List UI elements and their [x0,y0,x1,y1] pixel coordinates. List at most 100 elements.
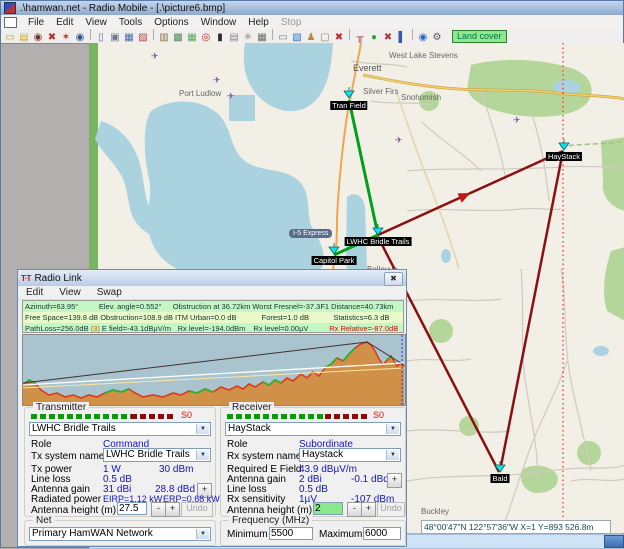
window-icon[interactable]: ▭ [276,32,290,44]
elev-angle-value: Elev. angle=0.552° [97,301,171,312]
chevron-down-icon[interactable]: ▼ [196,529,209,539]
airport-icon: ✈ [227,91,235,102]
radio-link-icon[interactable]: ╥ [353,32,367,44]
mdi-child-icon[interactable] [4,17,17,28]
merge-picture-icon[interactable]: ▩ [171,32,185,44]
grid-delete-icon[interactable]: ✖ [45,32,59,44]
chevron-down-icon[interactable]: ▼ [386,424,399,434]
site-label-lwhc-bridle-trails[interactable]: LWHC Bridle Trails [345,237,412,246]
grid-icon[interactable]: ▦ [255,32,269,44]
dialog-menu-swap[interactable]: Swap [89,286,130,299]
city-label: Everett [353,63,382,73]
copy-picture-icon[interactable]: ▥ [157,32,171,44]
save-picture-icon[interactable]: ▦ [122,32,136,44]
obstruction-at-value: Obstruction at 36.72km [171,301,251,312]
tool-bar: ▭▤◉✖✶◉▯▣▦▨▥▩▦◎▮▤✳▦▭▧♟▢✖╥●✖▌◉⚙ Land cover [1,29,623,44]
brightness-icon[interactable]: ▤ [227,32,241,44]
tx-system-select[interactable]: LWHC Bridle Trails▼ [103,448,211,462]
tx-radiated-label: Radiated power [31,494,101,505]
receiver-group-title: Receiver [229,402,274,413]
chart-icon[interactable]: ▌ [395,32,409,44]
frequency-group: Frequency (MHz) Minimum Maximum [220,520,406,546]
clone-page-icon[interactable]: ▣ [108,32,122,44]
menu-options[interactable]: Options [148,17,194,28]
tx-height-increase-button[interactable]: + [165,502,180,517]
export-picture-icon[interactable]: ▨ [136,32,150,44]
site-label-tran-field[interactable]: Tran Field [330,101,367,110]
receiver-group: Receiver S0 HayStack▼ Role Subordinate R… [220,407,406,517]
target-icon[interactable]: ◎ [199,32,213,44]
pattern-icon[interactable]: ✳ [241,32,255,44]
rx-height-decrease-button[interactable]: - [347,502,362,517]
dialog-menu-view[interactable]: View [51,286,89,299]
airport-icon: ✈ [395,135,403,146]
open-picture-icon[interactable]: ▤ [17,32,31,44]
menu-file[interactable]: File [22,17,50,28]
world-map-icon[interactable]: ◉ [73,32,87,44]
new-picture-icon[interactable]: ▭ [3,32,17,44]
site-label-bald[interactable]: Bald [490,474,509,483]
new-page-icon[interactable]: ▯ [94,32,108,44]
tx-site-select[interactable]: LWHC Bridle Trails▼ [29,422,211,436]
unit-properties-icon[interactable]: ♟ [304,32,318,44]
no-coverage-icon[interactable]: ✖ [381,32,395,44]
cursor-position-readout: 48°00'47"N 122°57'36"W X=1 Y=893 526.8m [421,520,611,534]
rx-role-label: Role [227,439,248,450]
frequency-max-input[interactable] [363,527,401,540]
rx-smeter-bar [227,414,325,419]
overlay-icon[interactable]: ▧ [290,32,304,44]
net-group-title: Net [33,515,55,526]
menu-stop: Stop [275,17,308,28]
info-row-2: Free Space=139.8 dB Obstruction=108.9 dB… [23,312,403,323]
dialog-menu-edit[interactable]: Edit [18,286,51,299]
chevron-down-icon[interactable]: ▼ [196,450,209,460]
internet-icon[interactable]: ◉ [416,32,430,44]
tx-system-label: Tx system name [31,451,104,462]
net-select[interactable]: Primary HamWAN Network▼ [29,527,211,541]
radio-link-icon: T·T [21,274,30,283]
toolbar-icons: ▭▤◉✖✶◉▯▣▦▨▥▩▦◎▮▤✳▦▭▧♟▢✖╥●✖▌◉⚙ [3,29,444,44]
forest-value: Forest=1.0 dB [260,312,332,323]
close-icon[interactable]: ✖ [384,272,403,286]
rx-relative-value: Rx Relative=-87.0dB [327,323,403,334]
menu-help[interactable]: Help [242,17,275,28]
frequency-max-label: Maximum [319,529,362,540]
contrast-icon[interactable]: ▮ [213,32,227,44]
menu-edit[interactable]: Edit [50,17,79,28]
info-row-3: PathLoss=256.0dB (3) E field=-43.1dBµV/m… [23,323,403,334]
menu-window[interactable]: Window [195,17,243,28]
app-icon [4,2,16,14]
site-label-haystack[interactable]: HayStack [546,152,582,161]
rx-antenna-pattern-button[interactable]: + [387,473,402,488]
tx-height-decrease-button[interactable]: - [151,502,166,517]
scrollbar-thumb[interactable] [604,535,624,548]
radio-link-dialog: T·T Radio Link ✖ Edit View Swap Azimuth=… [17,269,407,547]
menu-view[interactable]: View [79,17,113,28]
options-icon[interactable]: ⚙ [430,32,444,44]
terrain-profile-chart[interactable] [22,334,406,406]
site-label-capitol-park[interactable]: Capitol Park [312,256,357,265]
elevation-data-icon[interactable]: ◉ [31,32,45,44]
chevron-down-icon[interactable]: ▼ [196,424,209,434]
tx-height-input[interactable] [117,502,147,515]
window-title: .\hamwan.net - Radio Mobile - [.\picture… [20,3,225,14]
dialog-menu-bar: Edit View Swap [18,286,406,300]
select-area-icon[interactable]: ▢ [318,32,332,44]
frequency-min-input[interactable] [269,527,313,540]
visibility-icon[interactable]: ● [367,32,381,44]
rx-smeter-value: S0 [373,410,384,420]
chevron-down-icon[interactable]: ▼ [386,450,399,460]
rx-smeter-bar-red [325,414,367,419]
pathloss-value: PathLoss=256.0dB (3) [23,323,100,334]
photo-icon[interactable]: ▦ [185,32,199,44]
rx-height-increase-button[interactable]: + [361,502,376,517]
airport-icon: ✈ [213,75,221,86]
rx-site-select[interactable]: HayStack▼ [225,422,401,436]
antenna-tool-icon[interactable]: ✶ [59,32,73,44]
rx-height-input[interactable] [313,502,343,515]
dialog-title-bar: T·T Radio Link ✖ [18,270,406,286]
menu-tools[interactable]: Tools [113,17,148,28]
rx-system-select[interactable]: Haystack▼ [299,448,401,462]
delete-icon[interactable]: ✖ [332,32,346,44]
worst-fresnel-value: Worst Fresnel=-37.3F1 [250,301,329,312]
